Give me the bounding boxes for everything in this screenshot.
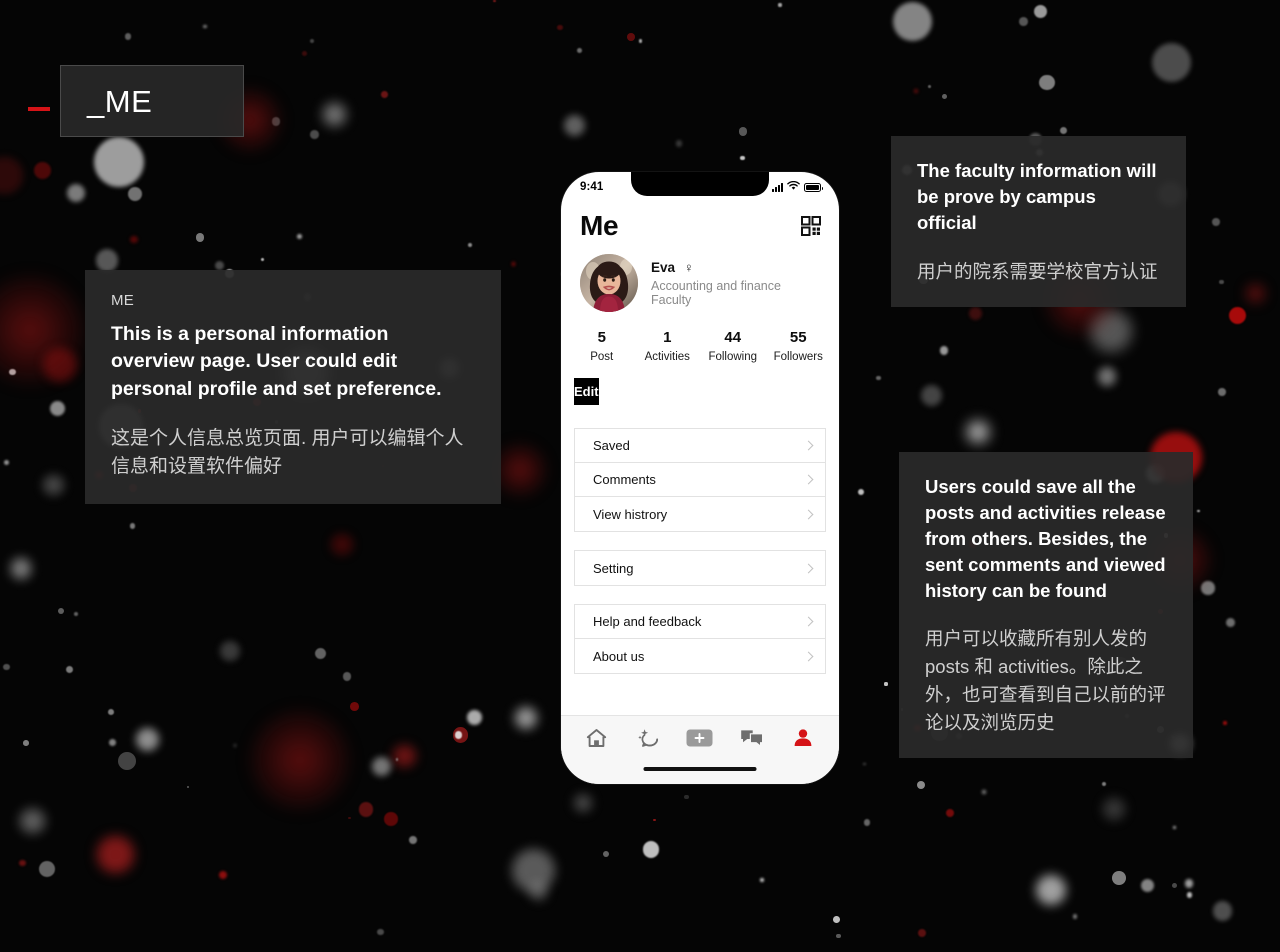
profile-name: Eva — [651, 259, 676, 275]
annotation-bottom-right: Users could save all the posts and activ… — [899, 452, 1193, 759]
stat-label: Followers — [773, 351, 823, 363]
chevron-right-icon — [805, 509, 812, 520]
stat-item[interactable]: 5 Post — [569, 329, 635, 363]
menu-row-label: Saved — [593, 438, 630, 453]
tab-home[interactable] — [577, 723, 617, 753]
annotation-top-right: The faculty information will be prove by… — [891, 136, 1186, 308]
menu-row[interactable]: Saved — [575, 429, 825, 463]
stat-value: 1 — [663, 329, 672, 346]
phone-mockup: 9:41 Me Eva ♀ Accounting and finance Fac… — [561, 172, 839, 784]
annotation-left-eyebrow: ME — [111, 292, 135, 309]
battery-icon — [804, 182, 823, 192]
chevron-right-icon — [805, 440, 812, 451]
chevron-right-icon — [805, 474, 812, 485]
stat-label: Following — [708, 351, 758, 363]
annotation-left: ME This is a personal information overvi… — [85, 270, 501, 504]
menu-row[interactable]: Help and feedback — [575, 605, 825, 639]
profile-summary: Eva ♀ Accounting and finance Faculty — [561, 242, 839, 312]
chevron-right-icon — [805, 616, 812, 627]
menu-row[interactable]: View histrory — [575, 497, 825, 531]
chevron-right-icon — [805, 563, 812, 574]
user-avatar-photo[interactable] — [580, 254, 638, 312]
phone-page-title: Me — [580, 210, 619, 241]
tab-messages[interactable] — [732, 723, 772, 753]
annotation-left-text-en: This is a personal information overview … — [111, 323, 442, 400]
menu-row[interactable]: Comments — [575, 463, 825, 497]
stat-label: Activities — [644, 351, 690, 363]
phone-header: Me — [561, 202, 839, 242]
title-accent-underline — [28, 107, 50, 111]
status-time: 9:41 — [580, 181, 604, 193]
annotation-top-right-text-en: The faculty information will be prove by… — [917, 160, 1157, 233]
phone-notch — [631, 172, 769, 196]
menu-row-label: Setting — [593, 560, 634, 576]
wifi-icon — [787, 178, 800, 196]
home-indicator — [643, 766, 757, 771]
menu-row-label: About us — [593, 648, 645, 664]
tab-add[interactable] — [680, 723, 720, 753]
menu-row-label: Help and feedback — [593, 614, 702, 629]
annotation-bottom-right-text-en: Users could save all the posts and activ… — [925, 476, 1166, 601]
chevron-right-icon — [805, 651, 812, 662]
menu-group-content: Saved Comments View histrory — [574, 428, 826, 532]
status-icons — [772, 178, 823, 196]
menu-row[interactable]: Setting — [575, 551, 825, 585]
bottom-tab-bar — [561, 715, 839, 784]
chat-bubbles-icon — [740, 728, 764, 748]
tab-icons — [561, 716, 839, 760]
stat-item[interactable]: 1 Activities — [635, 329, 701, 363]
cellular-bars-icon — [772, 182, 783, 192]
tab-profile[interactable] — [783, 723, 823, 753]
menu-row-label: View histrory — [593, 506, 668, 522]
menu-group-support: Help and feedback About us — [574, 604, 826, 674]
stat-value: 5 — [597, 329, 606, 346]
annotation-bottom-right-text-cn: 用户可以收藏所有别人发的 posts 和 activities。除此之外，也可查… — [925, 628, 1166, 733]
female-gender-icon: ♀ — [684, 259, 694, 275]
profile-stats: 5 Post 1 Activities 44 Following 55 Followers — [561, 312, 839, 363]
qr-code-icon[interactable] — [801, 216, 821, 236]
annotation-top-right-text-cn: 用户的院系需要学校官方认证 — [917, 260, 1158, 282]
profile-name-row: Eva ♀ — [651, 260, 820, 275]
stat-item[interactable]: 55 Followers — [766, 329, 832, 363]
stat-value: 44 — [724, 329, 742, 346]
activity-sparkle-icon — [637, 728, 660, 749]
screenshot-root: _ME ME This is a personal information ov… — [0, 0, 1280, 952]
stat-item[interactable]: 44 Following — [700, 329, 766, 363]
menu-group-settings: Setting — [574, 550, 826, 586]
tab-activities[interactable] — [628, 723, 668, 753]
profile-person-icon — [793, 728, 813, 748]
profile-faculty: Accounting and finance Faculty — [651, 278, 781, 307]
menu-row-label: Comments — [593, 472, 656, 487]
page-title-plate: _ME — [60, 65, 244, 137]
annotation-left-text-cn: 这是个人信息总览页面. 用户可以编辑个人信息和设置软件偏好 — [111, 427, 464, 478]
home-icon — [586, 728, 607, 748]
menu-row[interactable]: About us — [575, 639, 825, 673]
page-title: _ME — [87, 83, 153, 119]
profile-text: Eva ♀ Accounting and finance Faculty — [651, 260, 820, 307]
stat-value: 55 — [789, 329, 807, 346]
edit-profile-button[interactable]: Edit — [574, 378, 599, 405]
stat-label: Post — [590, 351, 614, 363]
add-plus-icon — [686, 728, 713, 748]
